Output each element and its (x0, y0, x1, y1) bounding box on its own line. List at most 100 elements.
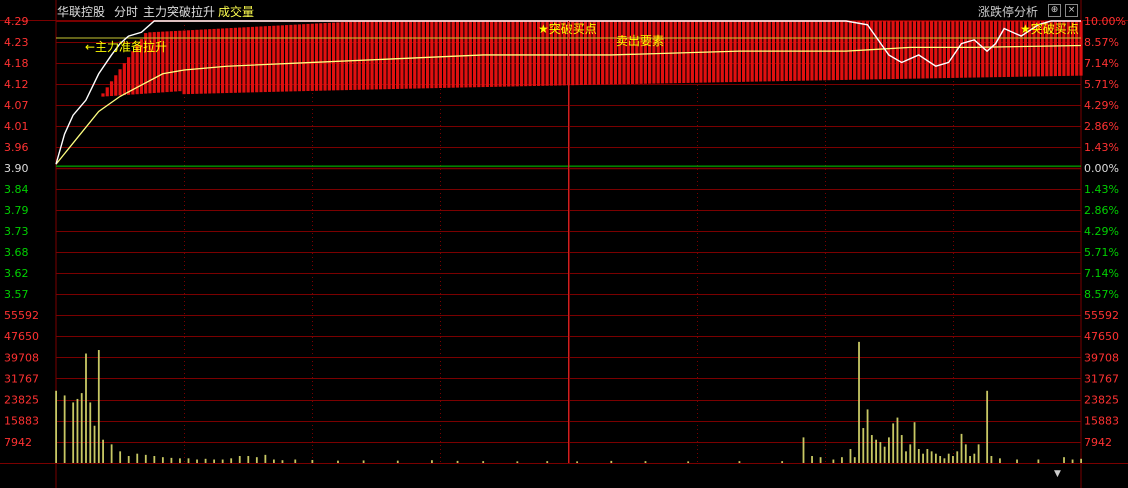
indicator-bar (925, 21, 929, 79)
indicator-bar (344, 21, 349, 91)
volume-bar (187, 458, 190, 463)
volume-bar (102, 439, 104, 463)
percent-tick-label: 1.43% (1084, 141, 1119, 154)
volume-bar (127, 456, 130, 463)
price-tick-label: 3.62 (4, 267, 29, 280)
annotation-breakout-2: ★突破买点 (1020, 21, 1079, 36)
indicator-bar (425, 21, 430, 89)
tab-time[interactable]: 分时 (114, 3, 138, 20)
price-tick-label: 4.01 (4, 120, 29, 133)
volume-bar (431, 460, 433, 463)
indicator-bar (374, 21, 378, 90)
percent-tick-label: 4.29% (1084, 225, 1119, 238)
volume-bar (999, 458, 1001, 463)
indicator-bar (242, 27, 246, 93)
indicator-bar (314, 23, 319, 91)
volume-bar (273, 459, 275, 463)
volume-bar (934, 453, 937, 463)
annotation-main-prepare: ←主力准备拉升 (85, 39, 167, 54)
indicator-bar (182, 30, 186, 95)
indicator-bar (272, 25, 276, 92)
indicator-bar (904, 21, 908, 79)
volume-bar (905, 451, 907, 463)
price-tick-label: 3.79 (4, 204, 29, 217)
volume-bar (862, 428, 865, 463)
indicator-bar (208, 29, 212, 94)
indicator-bar (511, 21, 515, 87)
indicator-bar (908, 21, 912, 79)
indicator-bar (622, 21, 626, 85)
intraday-chart[interactable]: 4.29 4.23 4.18 4.12 4.07 4.01 3.96 3.90 3.84 3.79… (0, 0, 1128, 488)
volume-bar (170, 457, 173, 463)
indicator-bar (669, 21, 673, 84)
volume-bar (990, 456, 993, 463)
indicator-bar (191, 30, 195, 94)
indicator-bar (101, 93, 105, 97)
volume-bar (63, 395, 66, 463)
indicator-bar (297, 24, 302, 92)
indicator-bar (985, 21, 989, 78)
indicator-bar (186, 30, 190, 95)
price-tick-label: 3.57 (4, 288, 29, 301)
volume-bar (1071, 459, 1074, 463)
percent-tick-label: 5.71% (1084, 246, 1119, 259)
percent-tick-label: 2.86% (1084, 204, 1119, 217)
indicator-bar (310, 23, 314, 91)
annotation-sell: 卖出要素 (616, 34, 664, 48)
indicator-bar (951, 21, 955, 78)
volume-bar (153, 456, 156, 463)
indicator-bar (280, 25, 284, 92)
indicator-bar (502, 21, 507, 87)
indicator-bar (532, 21, 536, 87)
volume-bar (362, 460, 365, 463)
indicator-bar (199, 29, 203, 94)
indicator-bar (417, 21, 421, 89)
indicator-bar (656, 21, 660, 84)
volume-bar (913, 422, 916, 463)
indicator-bar (357, 21, 361, 90)
indicator-bar (455, 21, 460, 88)
volume-bar (879, 442, 882, 463)
volume-bar (960, 433, 963, 463)
indicator-bar (391, 21, 395, 90)
indicator-bar (682, 21, 686, 84)
indicator-bar (434, 21, 438, 89)
indicator-bar (968, 21, 972, 78)
volume-bar (802, 437, 805, 463)
indicator-bar (477, 21, 481, 88)
percent-tick-label: 0.00% (1084, 162, 1119, 175)
volume-bar (80, 393, 83, 463)
indicator-bar (942, 21, 946, 79)
indicator-bar (421, 21, 425, 89)
stock-name: 华联控股 (57, 5, 106, 19)
volume-tick-label: 31767 (4, 372, 39, 385)
volume-bar (311, 459, 314, 463)
indicator-bar (673, 21, 677, 84)
volume-tick-label: 15883 (4, 415, 39, 428)
indicator-bar (626, 21, 630, 85)
indicator-bar (259, 26, 263, 93)
price-tick-label: 4.07 (4, 99, 29, 112)
volume-bar (986, 390, 989, 463)
indicator-bar (878, 21, 882, 80)
volume-bar (952, 456, 954, 463)
expand-button[interactable]: ⊕ (1048, 4, 1061, 17)
close-button[interactable]: × (1065, 4, 1078, 17)
indicator-bar (660, 21, 665, 84)
indicator-bar (430, 21, 434, 89)
indicator-bar (1011, 21, 1015, 77)
indicator-bar (938, 21, 942, 79)
indicator-bar (652, 21, 656, 84)
indicator-bar (408, 21, 413, 89)
indicator-bar (387, 21, 391, 90)
indicator-bar (127, 57, 131, 95)
volume-tick-label-right: 55592 (1084, 309, 1119, 322)
percent-tick-label: 4.29% (1084, 99, 1119, 112)
volume-bar (956, 451, 959, 463)
volume-bar (832, 459, 835, 463)
indicator-bar (972, 21, 976, 78)
indicator-bar (494, 21, 498, 87)
percent-tick-label: 8.57% (1084, 288, 1119, 301)
volume-bar (264, 454, 267, 463)
indicator-bar (528, 21, 532, 87)
